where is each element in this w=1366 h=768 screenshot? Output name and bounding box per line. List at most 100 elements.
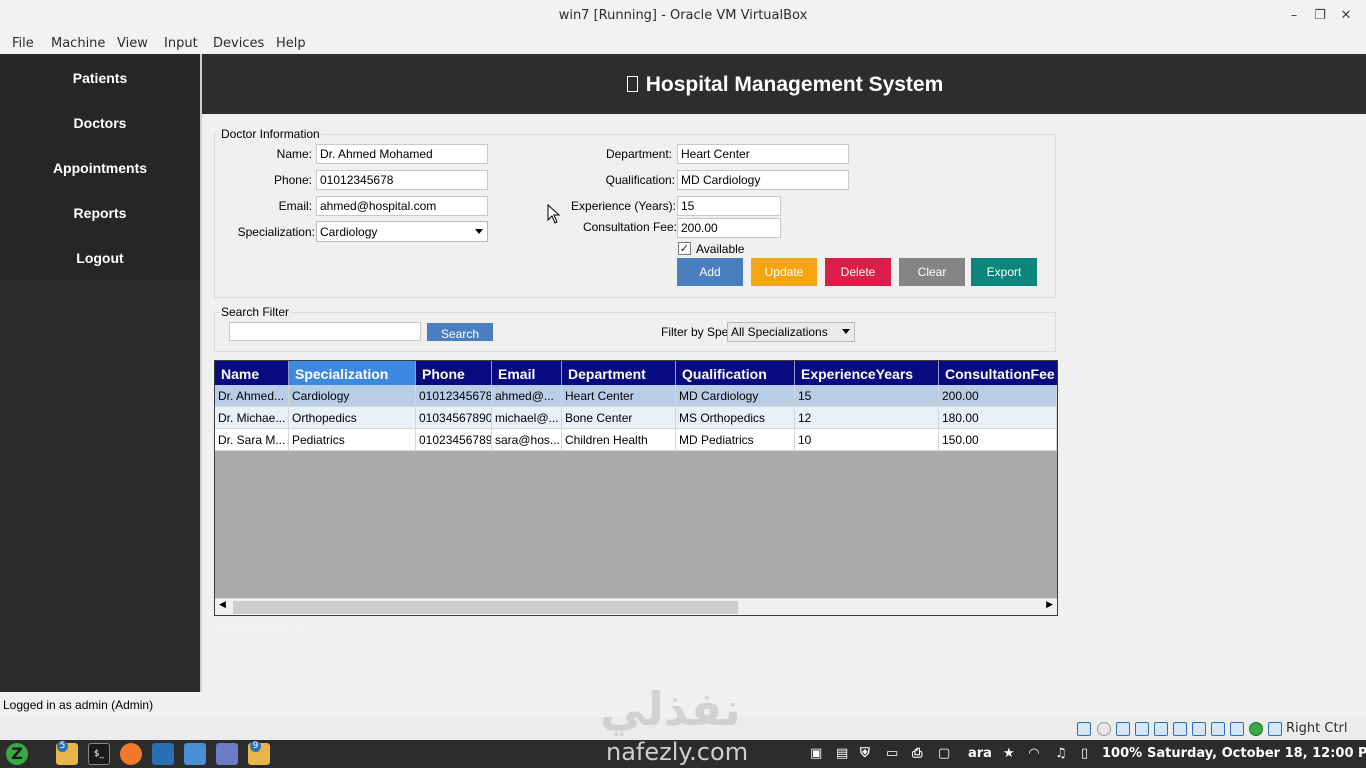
menu-file[interactable]: File bbox=[12, 36, 34, 51]
doctors-grid: Name Specialization Phone Email Departme… bbox=[214, 360, 1058, 616]
cell-department: Bone Center bbox=[562, 407, 676, 429]
column-header-name[interactable]: Name bbox=[215, 361, 289, 385]
available-label: Available bbox=[696, 242, 745, 256]
column-header-qualification[interactable]: Qualification bbox=[676, 361, 795, 385]
phone-label: Phone: bbox=[273, 173, 312, 187]
column-header-department[interactable]: Department bbox=[562, 361, 676, 385]
app-title: Hospital Management System bbox=[645, 73, 944, 96]
sidebar-item-appointments[interactable]: Appointments bbox=[0, 160, 200, 176]
audio-icon[interactable] bbox=[1116, 722, 1130, 736]
sidebar-item-doctors[interactable]: Doctors bbox=[0, 115, 200, 131]
restore-icon[interactable]: ❐ bbox=[1310, 6, 1330, 26]
shield-icon[interactable]: ⛨ bbox=[860, 746, 870, 761]
display-icon[interactable] bbox=[1192, 722, 1206, 736]
add-button[interactable]: Add bbox=[677, 258, 743, 286]
virtualization-icon[interactable] bbox=[1249, 722, 1263, 736]
column-header-email[interactable]: Email bbox=[492, 361, 562, 385]
email-input[interactable]: ahmed@hospital.com bbox=[316, 196, 488, 216]
phone-input[interactable]: 01012345678 bbox=[316, 170, 488, 190]
total-doctors: Total Doctors: 3 bbox=[216, 620, 300, 634]
specialization-value: Cardiology bbox=[320, 225, 378, 239]
cell-specialization: Pediatrics bbox=[289, 429, 416, 451]
menu-bar: File Machine View Input Devices Help bbox=[0, 32, 1366, 54]
firefox-icon[interactable] bbox=[120, 743, 142, 765]
screenshot-icon[interactable]: ▣ bbox=[810, 746, 822, 761]
app-header: Hospital Management System bbox=[202, 54, 1366, 114]
department-input[interactable]: Heart Center bbox=[677, 144, 849, 164]
mouse-integration-icon[interactable] bbox=[1268, 722, 1282, 736]
notes-icon[interactable]: ▢ bbox=[938, 746, 950, 761]
star-icon[interactable]: ★ bbox=[1003, 746, 1015, 761]
menu-view[interactable]: View bbox=[117, 36, 148, 51]
win7-vm-icon[interactable] bbox=[184, 743, 206, 765]
table-row[interactable]: Dr. Sara M... Pediatrics 01023456789 sar… bbox=[215, 429, 1057, 451]
filter-select[interactable]: All Specializations bbox=[727, 322, 855, 342]
recording-icon[interactable] bbox=[1211, 722, 1225, 736]
cpu-icon[interactable] bbox=[1230, 722, 1244, 736]
start-menu-icon[interactable]: Z bbox=[6, 743, 28, 765]
wifi-icon[interactable]: ◠ bbox=[1029, 746, 1039, 761]
column-header-specialization[interactable]: Specialization bbox=[289, 361, 416, 385]
search-button[interactable]: Search bbox=[427, 323, 493, 341]
table-row[interactable]: Dr. Michae... Orthopedics 01034567890 mi… bbox=[215, 407, 1057, 429]
menu-machine[interactable]: Machine bbox=[51, 36, 105, 51]
hard-disk-icon[interactable] bbox=[1077, 722, 1091, 736]
column-header-experience[interactable]: ExperienceYears bbox=[795, 361, 939, 385]
menu-help[interactable]: Help bbox=[276, 36, 306, 51]
close-icon[interactable]: ✕ bbox=[1336, 6, 1356, 26]
scroll-left-icon[interactable]: ◀ bbox=[219, 600, 226, 610]
table-row[interactable]: Dr. Ahmed... Cardiology 01012345678 ahme… bbox=[215, 385, 1057, 407]
drive-icon[interactable]: ▭ bbox=[886, 746, 898, 761]
grid-header: Name Specialization Phone Email Departme… bbox=[215, 361, 1057, 385]
sidebar-item-reports[interactable]: Reports bbox=[0, 205, 200, 221]
experience-input[interactable]: 15 bbox=[677, 196, 781, 216]
update-button[interactable]: Update bbox=[751, 258, 817, 286]
delete-button[interactable]: Delete bbox=[825, 258, 891, 286]
horizontal-scrollbar[interactable]: ◀ ▶ bbox=[215, 598, 1057, 615]
battery-percent: 100% bbox=[1102, 746, 1143, 761]
battery-icon[interactable]: ▯ bbox=[1081, 746, 1088, 761]
menu-devices[interactable]: Devices bbox=[213, 36, 264, 51]
search-input[interactable] bbox=[229, 322, 421, 341]
name-input[interactable]: Dr. Ahmed Mohamed bbox=[316, 144, 488, 164]
qualification-input[interactable]: MD Cardiology bbox=[677, 170, 849, 190]
cell-qualification: MS Orthopedics bbox=[676, 407, 795, 429]
column-header-consultation-fee[interactable]: ConsultationFee bbox=[939, 361, 1057, 385]
folder-badge: 9 bbox=[250, 741, 261, 752]
optical-drive-icon[interactable] bbox=[1097, 722, 1111, 736]
music-icon[interactable]: ♫ bbox=[1055, 746, 1067, 761]
cell-experience: 15 bbox=[795, 385, 939, 407]
clock[interactable]: Saturday, October 18, 12:00 PM bbox=[1147, 746, 1366, 761]
cell-phone: 01023456789 bbox=[416, 429, 492, 451]
keyboard-layout[interactable]: ara bbox=[968, 746, 992, 761]
cell-email: sara@hos... bbox=[492, 429, 562, 451]
clear-button[interactable]: Clear bbox=[899, 258, 965, 286]
export-button[interactable]: Export bbox=[971, 258, 1037, 286]
cell-phone: 01034567890 bbox=[416, 407, 492, 429]
scroll-right-icon[interactable]: ▶ bbox=[1046, 600, 1053, 610]
cell-experience: 10 bbox=[795, 429, 939, 451]
column-header-phone[interactable]: Phone bbox=[416, 361, 492, 385]
watermark-arabic: نفذلي bbox=[600, 682, 741, 736]
virtualbox-icon[interactable] bbox=[152, 743, 174, 765]
login-status: Logged in as admin (Admin) bbox=[0, 692, 200, 718]
text-editor-icon[interactable] bbox=[216, 743, 238, 765]
cell-department: Children Health bbox=[562, 429, 676, 451]
window-titlebar: win7 [Running] - Oracle VM VirtualBox – … bbox=[0, 0, 1366, 32]
scrollbar-thumb[interactable] bbox=[233, 601, 738, 614]
sidebar-item-logout[interactable]: Logout bbox=[0, 250, 200, 266]
menu-input[interactable]: Input bbox=[164, 36, 198, 51]
available-checkbox[interactable]: ✓ bbox=[678, 242, 691, 255]
terminal-icon[interactable]: $_ bbox=[88, 743, 110, 765]
usb-icon[interactable] bbox=[1154, 722, 1168, 736]
clipboard-icon[interactable]: ▤ bbox=[836, 746, 848, 761]
shared-folders-icon[interactable] bbox=[1173, 722, 1187, 736]
specialization-select[interactable]: Cardiology bbox=[316, 221, 488, 242]
minimize-icon[interactable]: – bbox=[1284, 6, 1304, 26]
consultation-fee-input[interactable]: 200.00 bbox=[677, 218, 781, 238]
network-icon[interactable] bbox=[1135, 722, 1149, 736]
sidebar-item-patients[interactable]: Patients bbox=[0, 70, 200, 86]
sidebar-nav: Patients Doctors Appointments Reports Lo… bbox=[0, 54, 200, 279]
printer-icon[interactable]: ⎙ bbox=[912, 746, 922, 761]
cell-experience: 12 bbox=[795, 407, 939, 429]
